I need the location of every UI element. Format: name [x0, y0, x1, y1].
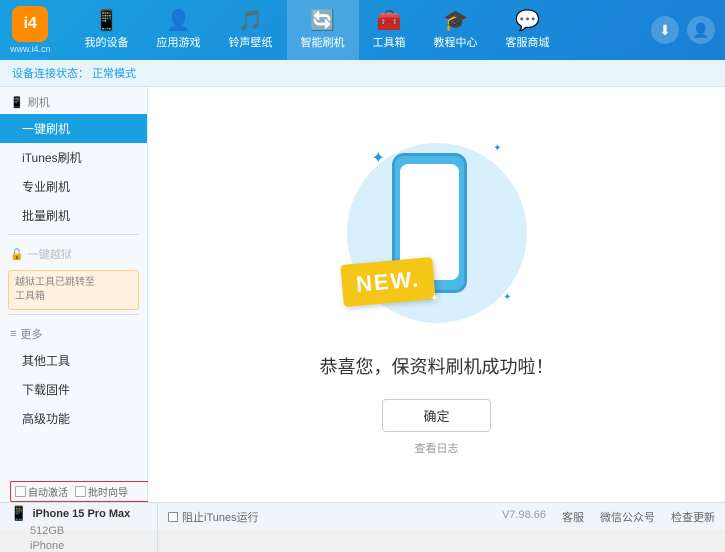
tab-tutorials-label: 教程中心 — [434, 34, 478, 50]
tab-service-label: 客服商城 — [506, 34, 550, 50]
tab-my-device-label: 我的设备 — [85, 34, 129, 50]
sidebar-divider-2 — [8, 314, 139, 315]
tab-apps-games-label: 应用游戏 — [157, 34, 201, 50]
sidebar-item-download-firm[interactable]: 下载固件 — [0, 375, 147, 404]
jailbreak-icon: 🔓 — [10, 248, 24, 261]
breadcrumb-status: 正常模式 — [92, 68, 136, 80]
sparkle-1: ✦ — [372, 148, 385, 168]
user-button[interactable]: 👤 — [687, 16, 715, 44]
device-info: 📱 iPhone 15 Pro Max — [10, 505, 149, 522]
nav-tabs: 📱 我的设备 👤 应用游戏 🎵 铃声壁纸 🔄 智能刷机 🧰 工具箱 🎓 教程中心… — [71, 0, 651, 60]
auto-activate-checkbox[interactable]: 自动激活 — [15, 484, 68, 499]
more-label: 更多 — [20, 326, 42, 342]
sidebar-item-one-click-flash[interactable]: 一键刷机 — [0, 114, 147, 143]
customer-service-link[interactable]: 客服 — [562, 509, 584, 525]
flash-section-icon: 📱 — [10, 96, 24, 109]
tab-ringtones-label: 铃声壁纸 — [229, 34, 273, 50]
smart-flash-icon: 🔄 — [310, 11, 335, 31]
batch-wizard-checkbox[interactable]: 批时向导 — [75, 484, 128, 499]
sidebar-section-flash: 📱 刷机 — [0, 87, 147, 114]
device-name: iPhone 15 Pro Max — [32, 508, 130, 520]
bottom-right: V7.98.66 客服 微信公众号 检查更新 — [502, 509, 715, 525]
tab-service[interactable]: 💬 客服商城 — [492, 0, 564, 60]
sparkle-3: ✦ — [503, 292, 511, 303]
flash-section-label: 刷机 — [28, 94, 50, 110]
check-update-link[interactable]: 检查更新 — [671, 509, 715, 525]
tab-apps-games[interactable]: 👤 应用游戏 — [143, 0, 215, 60]
tab-my-device[interactable]: 📱 我的设备 — [71, 0, 143, 60]
ringtones-icon: 🎵 — [238, 11, 263, 31]
logo-text: www.i4.cn — [10, 44, 51, 54]
sidebar-divider-1 — [8, 234, 139, 235]
header: i4 www.i4.cn 📱 我的设备 👤 应用游戏 🎵 铃声壁纸 🔄 智能刷机… — [0, 0, 725, 60]
toolbox-icon: 🧰 — [377, 11, 402, 31]
view-log-link[interactable]: 查看日志 — [415, 440, 459, 456]
service-icon: 💬 — [515, 11, 540, 31]
tab-toolbox[interactable]: 🧰 工具箱 — [359, 0, 420, 60]
download-button[interactable]: ⬇ — [651, 16, 679, 44]
sparkle-2: ✦ — [493, 143, 501, 154]
sidebar-jailbreak-notice: 越狱工具已跳转至 工具箱 — [8, 270, 139, 310]
sidebar: 📱 刷机 一键刷机 iTunes刷机 专业刷机 批量刷机 🔓 一键越狱 越狱工具… — [0, 87, 148, 502]
version-text: V7.98.66 — [502, 509, 546, 525]
main-layout: 📱 刷机 一键刷机 iTunes刷机 专业刷机 批量刷机 🔓 一键越狱 越狱工具… — [0, 87, 725, 502]
itunes-checkbox[interactable] — [168, 512, 178, 522]
breadcrumb: 设备连接状态： 正常模式 — [0, 60, 725, 87]
header-right: ⬇ 👤 — [651, 16, 715, 44]
new-badge: NEW. — [340, 257, 436, 307]
sidebar-item-pro-flash[interactable]: 专业刷机 — [0, 172, 147, 201]
batch-wizard-cb[interactable] — [75, 486, 86, 497]
tab-smart-flash[interactable]: 🔄 智能刷机 — [287, 0, 359, 60]
tab-toolbox-label: 工具箱 — [373, 34, 406, 50]
auto-activate-label: 自动激活 — [28, 484, 68, 499]
content-area: ✦ ✦ ✦ NEW. 恭喜您，保资料刷机成功啦！ 确定 查看日志 — [148, 87, 725, 502]
logo-area: i4 www.i4.cn — [10, 6, 51, 54]
sidebar-section-more: ≡ 更多 — [0, 319, 147, 346]
success-text: 恭喜您，保资料刷机成功啦！ — [320, 353, 554, 379]
tab-ringtones[interactable]: 🎵 铃声壁纸 — [215, 0, 287, 60]
sidebar-item-other-tools[interactable]: 其他工具 — [0, 346, 147, 375]
more-icon: ≡ — [10, 328, 16, 340]
sidebar-item-advanced[interactable]: 高级功能 — [0, 404, 147, 433]
tab-smart-flash-label: 智能刷机 — [301, 34, 345, 50]
device-type: iPhone — [10, 540, 149, 552]
sidebar-item-itunes-flash[interactable]: iTunes刷机 — [0, 143, 147, 172]
auto-activate-cb[interactable] — [15, 486, 26, 497]
batch-wizard-label: 批时向导 — [88, 484, 128, 499]
sidebar-item-batch-flash[interactable]: 批量刷机 — [0, 201, 147, 230]
wechat-link[interactable]: 微信公众号 — [600, 509, 655, 525]
phone-illustration: ✦ ✦ ✦ NEW. — [337, 133, 537, 333]
confirm-button[interactable]: 确定 — [382, 399, 490, 432]
bottom-bar: 自动激活 批时向导 📱 iPhone 15 Pro Max 512GB iPho… — [0, 502, 725, 530]
apps-games-icon: 👤 — [166, 11, 191, 31]
checkbox-area: 自动激活 批时向导 — [10, 481, 149, 502]
tutorials-icon: 🎓 — [443, 11, 468, 31]
my-device-icon: 📱 — [94, 11, 119, 31]
device-phone-icon: 📱 — [10, 505, 27, 522]
jailbreak-label: 一键越狱 — [28, 246, 72, 262]
tab-tutorials[interactable]: 🎓 教程中心 — [420, 0, 492, 60]
logo-icon: i4 — [12, 6, 48, 42]
itunes-bar: 阻止iTunes运行 — [158, 509, 269, 525]
sidebar-section-jailbreak: 🔓 一键越狱 — [0, 239, 147, 266]
itunes-label: 阻止iTunes运行 — [182, 509, 259, 525]
breadcrumb-prefix: 设备连接状态： — [12, 68, 89, 80]
